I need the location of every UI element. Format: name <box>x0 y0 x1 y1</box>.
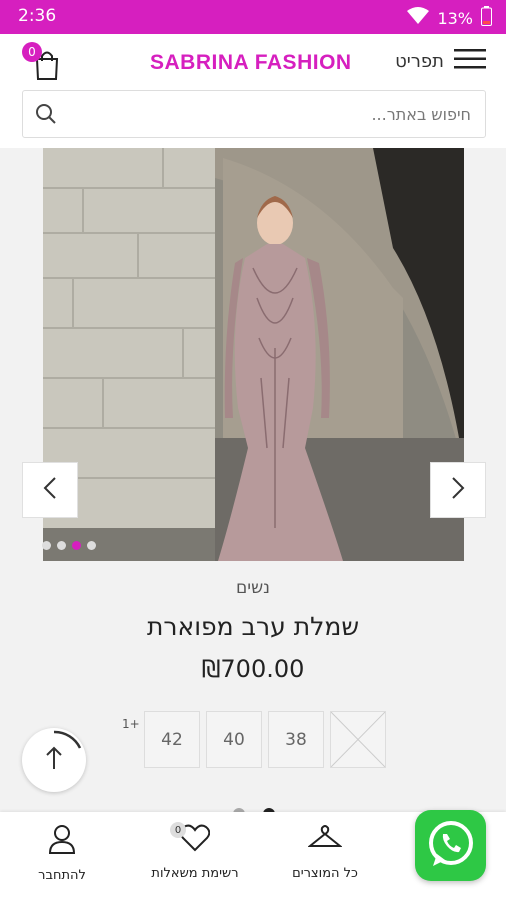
size-option[interactable]: 40 <box>206 711 262 768</box>
more-sizes-label[interactable]: 1+ <box>122 717 140 731</box>
chevron-left-icon <box>43 476 57 504</box>
gallery-dot[interactable] <box>87 541 96 550</box>
nav-wishlist-label: רשימת משאלות <box>151 866 239 881</box>
search-icon[interactable] <box>35 103 57 129</box>
product-price: ₪700.00 <box>201 655 305 683</box>
size-unavailable[interactable] <box>330 711 386 768</box>
nav-wishlist[interactable]: 0 רשימת משאלות <box>136 822 254 881</box>
product-title: שמלת ערב מפוארת <box>146 612 360 641</box>
status-bar: 2:36 13% <box>0 0 506 34</box>
size-option[interactable]: 42 <box>144 711 200 768</box>
nav-all-products[interactable]: כל המוצרים <box>278 824 372 881</box>
gallery-dot[interactable] <box>42 541 51 550</box>
battery-icon <box>481 6 492 30</box>
wishlist-count-badge: 0 <box>170 822 186 838</box>
size-option[interactable]: 38 <box>268 711 324 768</box>
product-image[interactable] <box>43 148 464 561</box>
nav-all-products-label: כל המוצרים <box>292 866 358 881</box>
menu-label: תפריט <box>395 50 444 72</box>
product-info: נשים שמלת ערב מפוארת ₪700.00 <box>0 578 506 683</box>
battery-percent: 13% <box>437 8 473 28</box>
gallery-dot[interactable] <box>57 541 66 550</box>
app-header: 0 SABRINA FASHION תפריט <box>0 34 506 148</box>
cart-count-badge: 0 <box>22 42 42 62</box>
gallery-prev-button[interactable] <box>22 462 78 518</box>
scroll-top-button[interactable] <box>22 728 86 792</box>
search-input[interactable] <box>91 91 471 137</box>
search-box <box>22 90 486 138</box>
chevron-right-icon <box>451 476 465 504</box>
status-indicators: 13% <box>407 6 492 30</box>
gallery-dot-active[interactable] <box>72 541 81 550</box>
wifi-icon <box>407 7 430 29</box>
nav-login-label: להתחבר <box>38 868 86 883</box>
user-icon <box>48 824 76 858</box>
whatsapp-icon <box>425 818 477 874</box>
whatsapp-button[interactable] <box>415 810 486 881</box>
hanger-icon <box>307 824 343 856</box>
status-time: 2:36 <box>18 6 57 26</box>
size-options: 42 40 38 <box>144 711 324 768</box>
product-category[interactable]: נשים <box>0 578 506 598</box>
cart-button[interactable]: 0 <box>22 42 64 84</box>
gallery-next-button[interactable] <box>430 462 486 518</box>
gallery-dots <box>42 541 96 550</box>
menu-button[interactable]: תפריט <box>395 48 486 74</box>
brand-logo[interactable]: SABRINA FASHION <box>150 51 352 75</box>
hamburger-icon <box>454 48 486 74</box>
nav-login[interactable]: להתחבר <box>20 824 104 883</box>
